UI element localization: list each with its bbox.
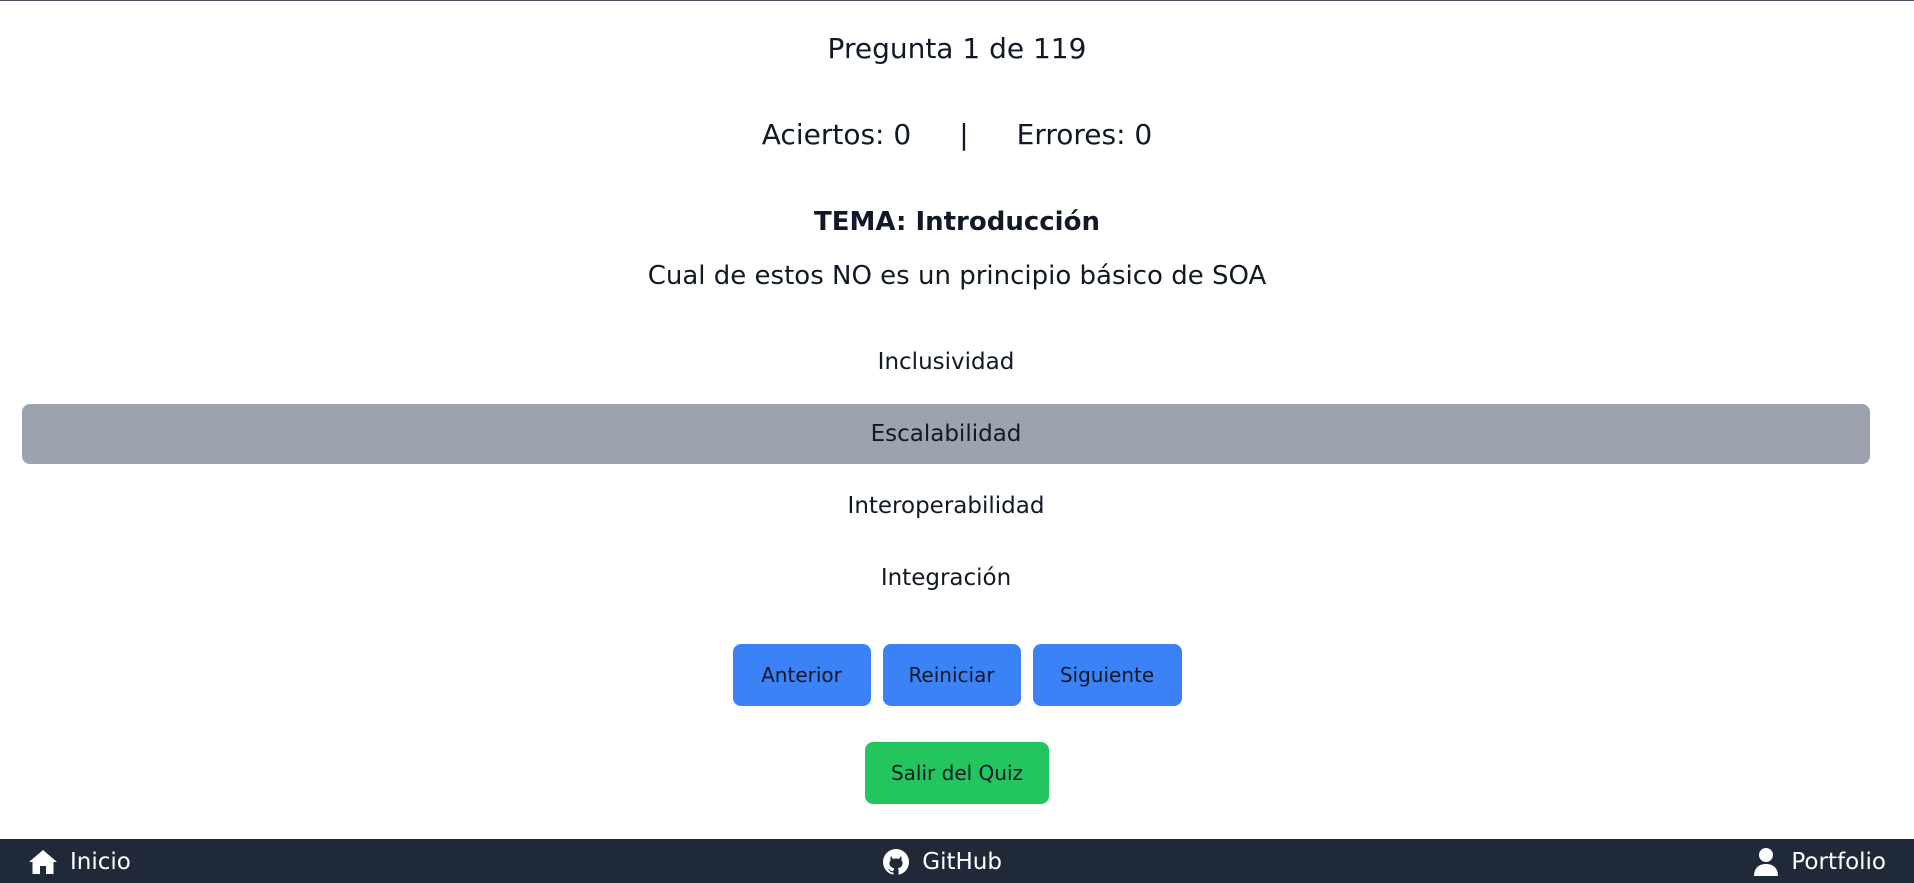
score-bar: Aciertos: 0 | Errores: 0 bbox=[0, 115, 1914, 155]
footer-nav: Inicio GitHub Portfolio bbox=[0, 839, 1914, 883]
correct-count: Aciertos: 0 bbox=[761, 118, 912, 151]
exit-quiz-button[interactable]: Salir del Quiz bbox=[865, 742, 1049, 804]
topic-heading: TEMA: Introducción bbox=[814, 207, 1100, 237]
answer-option[interactable]: Interoperabilidad bbox=[22, 476, 1870, 536]
answer-option[interactable]: Inclusividad bbox=[22, 332, 1870, 392]
answer-options: Inclusividad Escalabilidad Interoperabil… bbox=[22, 332, 1870, 620]
footer-github-label: GitHub bbox=[922, 848, 1002, 875]
user-icon bbox=[1753, 847, 1779, 877]
answer-option[interactable]: Integración bbox=[22, 548, 1870, 608]
home-icon bbox=[28, 849, 58, 875]
error-count: Errores: 0 bbox=[1016, 118, 1153, 151]
question-text: Cual de estos NO es un principio básico … bbox=[647, 261, 1267, 291]
footer-portfolio-link[interactable]: Portfolio bbox=[1753, 847, 1886, 877]
footer-portfolio-label: Portfolio bbox=[1791, 848, 1886, 875]
next-button[interactable]: Siguiente bbox=[1032, 644, 1182, 706]
score-separator: | bbox=[959, 118, 969, 151]
exit-wrapper: Salir del Quiz bbox=[0, 742, 1914, 804]
footer-home-label: Inicio bbox=[70, 848, 131, 875]
footer-github-link[interactable]: GitHub bbox=[882, 848, 1002, 876]
quiz-navigation: Anterior Reiniciar Siguiente bbox=[0, 644, 1914, 706]
question-counter: Pregunta 1 de 119 bbox=[827, 32, 1087, 65]
quiz-page: Pregunta 1 de 119 Aciertos: 0 | Errores:… bbox=[0, 0, 1914, 883]
github-icon bbox=[882, 848, 910, 876]
previous-button[interactable]: Anterior bbox=[732, 644, 871, 706]
restart-button[interactable]: Reiniciar bbox=[882, 644, 1021, 706]
footer-home-link[interactable]: Inicio bbox=[28, 849, 131, 875]
answer-option-selected[interactable]: Escalabilidad bbox=[22, 404, 1870, 464]
